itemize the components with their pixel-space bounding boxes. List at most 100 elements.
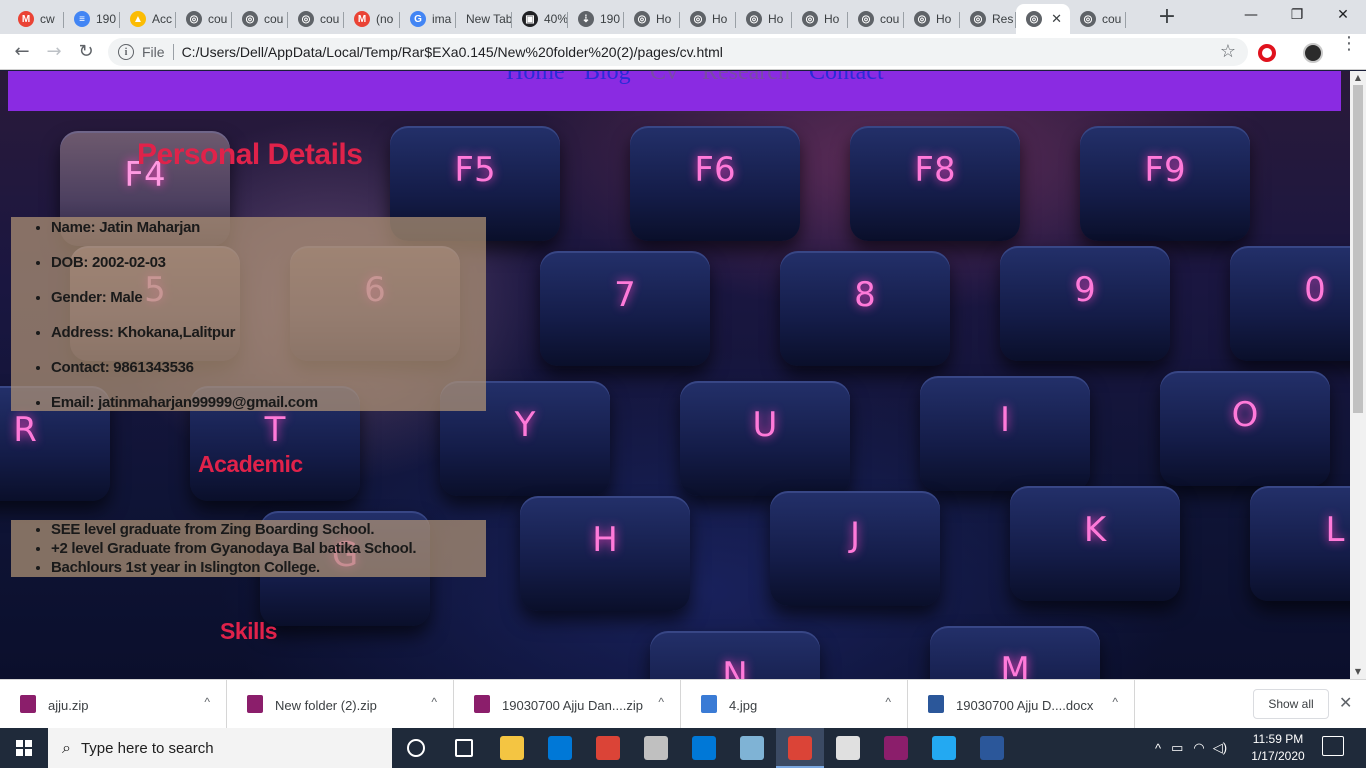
browser-tab[interactable]: ◎ Ho [792,4,848,34]
academic-item: Bachlours 1st year in Islington College. [51,558,486,577]
tab-close-icon[interactable]: ✕ [1051,11,1062,27]
taskbar-app-button[interactable] [488,728,536,768]
taskbar-search[interactable]: ⌕ Type here to search [48,728,392,768]
key-label: U [752,404,778,445]
chevron-up-icon[interactable]: ^ [204,695,210,709]
keyboard-key: M [930,626,1100,679]
taskbar-app-button[interactable] [632,728,680,768]
download-item[interactable]: 19030700 Ajju Dan....zip ^ [454,680,681,729]
nav-link-blog[interactable]: Blog [584,71,631,86]
key-label: F6 [694,149,736,190]
browser-tab[interactable]: New Tab [456,4,512,34]
browser-tab[interactable]: ◎ cou [176,4,232,34]
taskbar-app-button[interactable] [536,728,584,768]
academic-heading: Academic [198,451,303,477]
start-button[interactable] [0,728,48,768]
keyboard-key: 0 [1230,246,1350,361]
nav-link-research[interactable]: Research [702,71,790,86]
browser-tab[interactable]: ◎ Ho [736,4,792,34]
key-label: 8 [854,274,876,315]
restore-button[interactable]: ❐ [1274,0,1320,30]
download-item[interactable]: 4.jpg ^ [681,680,908,729]
reload-button[interactable]: ↻ [74,40,98,64]
vertical-scrollbar[interactable]: ▲ ▼ [1350,71,1366,679]
browser-tab[interactable]: ◎ Ho [904,4,960,34]
key-label: 0 [1304,269,1326,310]
taskbar-clock[interactable]: 11:59 PM 1/17/2020 [1248,731,1308,765]
download-item[interactable]: ajju.zip ^ [0,680,227,729]
gmail-icon: M [354,11,370,27]
taskbar-app-button[interactable] [680,728,728,768]
globe-icon: ◎ [746,11,762,27]
key-label: 9 [1074,269,1096,310]
wifi-icon[interactable]: ◠ [1193,740,1204,756]
browser-tab[interactable]: ◎ cou [1070,4,1126,34]
browser-tab[interactable]: ◎ cou [848,4,904,34]
browser-tab[interactable]: M (no [344,4,400,34]
taskbar-app-button[interactable] [824,728,872,768]
minimize-button[interactable]: — [1228,0,1274,30]
browser-tab[interactable]: ▣ 40% [512,4,568,34]
browser-tab[interactable]: ◎ cou [288,4,344,34]
chevron-up-icon[interactable]: ^ [658,695,664,709]
close-window-button[interactable]: ✕ [1320,0,1366,30]
scrollbar-thumb[interactable] [1353,85,1363,413]
new-tab-button[interactable]: + [1155,6,1179,30]
file-explorer-icon [500,736,524,760]
browser-tab[interactable]: ◎ cou [232,4,288,34]
tab-title: cou [264,12,284,26]
tab-title: 190 [600,12,621,26]
chrome-menu-icon[interactable]: ⋮ [1340,35,1358,53]
downloads-close-icon[interactable]: ✕ [1339,693,1352,712]
action-center-icon[interactable] [1322,736,1344,756]
url-text[interactable]: C:/Users/Dell/AppData/Local/Temp/Rar$EXa… [182,44,723,60]
battery-icon[interactable]: ▭ [1171,740,1183,756]
keyboard-key: U [680,381,850,496]
browser-tab[interactable]: ◎ Res [960,4,1016,34]
browser-tab[interactable]: ◎ Ho [624,4,680,34]
show-all-button[interactable]: Show all [1253,689,1329,719]
chevron-up-icon[interactable]: ^ [431,695,437,709]
download-item[interactable]: 19030700 Ajju D....docx ^ [908,680,1135,729]
key-label: J [849,514,861,555]
profile-avatar[interactable] [1303,43,1323,63]
downloads-bar: Show all ✕ ajju.zip ^ New folder (2).zip ^ 1… [0,679,1366,729]
browser-tab[interactable]: Gima [400,4,456,34]
taskbar-app-button[interactable] [920,728,968,768]
nav-link-home[interactable]: Home [506,71,565,86]
browser-tab[interactable]: ◎ Ho [680,4,736,34]
keyboard-key: J [770,491,940,606]
browser-tab[interactable]: ≡ 190 [64,4,120,34]
download-item[interactable]: New folder (2).zip ^ [227,680,454,729]
personal-details-panel: Name: Jatin Maharjan DOB: 2002-02-03 Gen… [11,217,486,411]
taskbar-app-button[interactable] [584,728,632,768]
chevron-up-icon[interactable]: ^ [885,695,891,709]
browser-tab[interactable]: ◎ ✕ [1016,4,1070,34]
browser-tab[interactable]: ▲ Acc [120,4,176,34]
taskbar-app-button[interactable] [776,728,824,768]
back-button[interactable]: ← [10,40,34,64]
bookmark-star-icon[interactable]: ☆ [1220,41,1236,62]
taskbar-app-button[interactable] [392,728,440,768]
winrar-icon [474,695,490,713]
taskbar-app-button[interactable] [968,728,1016,768]
tab-title: Acc [152,12,173,26]
taskbar-app-button[interactable] [440,728,488,768]
nav-link-contact[interactable]: Contact [809,71,884,86]
scroll-down-icon[interactable]: ▼ [1350,665,1366,679]
tray-chevron-icon[interactable]: ^ [1155,741,1161,756]
scroll-up-icon[interactable]: ▲ [1350,71,1366,85]
chevron-up-icon[interactable]: ^ [1112,695,1118,709]
address-bar[interactable]: i File C:/Users/Dell/AppData/Local/Temp/… [108,38,1248,66]
taskbar-app-button[interactable] [728,728,776,768]
opera-extension-icon[interactable] [1258,44,1276,62]
nav-link-cv[interactable]: Cv [650,71,678,86]
forward-button[interactable]: → [42,40,66,64]
taskbar-app-button[interactable] [872,728,920,768]
winrar-icon [884,736,908,760]
browser-tab[interactable]: Mcw [8,4,64,34]
volume-icon[interactable]: ◁) [1213,740,1227,756]
clock-date: 1/17/2020 [1251,749,1305,763]
site-info-icon[interactable]: i [118,44,134,60]
browser-tab[interactable]: ⇣ 190 [568,4,624,34]
